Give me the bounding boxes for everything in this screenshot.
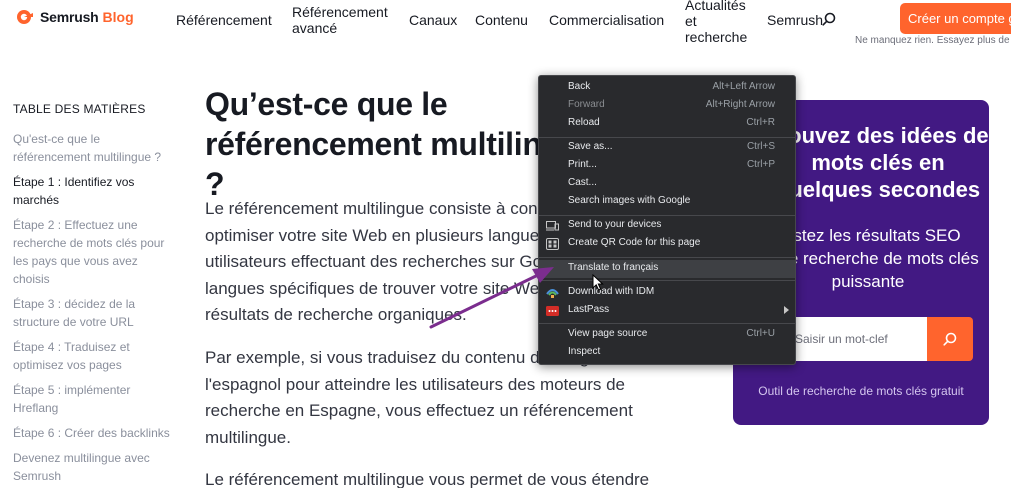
menu-item-cast[interactable]: Cast... — [539, 175, 795, 193]
menu-item-shortcut: Ctrl+S — [746, 141, 775, 152]
menu-item-label: Print... — [568, 159, 597, 170]
menu-item-print[interactable]: Print... Ctrl+P — [539, 157, 795, 175]
menu-item-label: View page source — [568, 328, 648, 339]
nav-item-referencement-avance[interactable]: Référencement avancé — [292, 4, 392, 36]
cta-subtitle: Ne manquez rien. Essayez plus de 55 outi… — [855, 35, 1011, 46]
lastpass-icon — [546, 306, 559, 316]
keyword-search-button[interactable] — [927, 317, 973, 361]
brand-name: Semrush — [40, 9, 99, 25]
menu-item-shortcut: Alt+Left Arrow — [712, 81, 775, 92]
semrush-flame-icon — [17, 10, 33, 24]
promo-tool-link[interactable]: Outil de recherche de mots clés gratuit — [733, 384, 989, 398]
menu-item-label: Send to your devices — [568, 219, 662, 230]
menu-item-label: Create QR Code for this page — [568, 237, 701, 248]
toc-item-active[interactable]: Étape 1 : Identifiez vos marchés — [13, 173, 173, 209]
menu-item-shortcut: Alt+Right Arrow — [705, 99, 775, 110]
menu-item-back[interactable]: Back Alt+Left Arrow — [539, 79, 795, 97]
menu-item-save-as[interactable]: Save as... Ctrl+S — [539, 139, 795, 157]
menu-separator — [539, 215, 795, 216]
menu-item-label: LastPass — [568, 304, 610, 315]
menu-separator — [539, 257, 795, 258]
menu-item-search-images[interactable]: Search images with Google — [539, 193, 795, 211]
menu-item-shortcut: Ctrl+U — [746, 328, 775, 339]
submenu-arrow-icon — [784, 306, 789, 314]
menu-item-lastpass[interactable]: LastPass — [539, 302, 795, 320]
create-account-button[interactable]: Créer un compte gratuit — [900, 3, 1011, 34]
menu-item-view-source[interactable]: View page source Ctrl+U — [539, 326, 795, 344]
promo-title: Trouvez des idées de mots clés en quelqu… — [767, 123, 989, 202]
menu-item-label: Reload — [568, 117, 600, 128]
article-paragraph-3: Le référencement multilingue vous permet… — [205, 470, 650, 488]
toc-item[interactable]: Devenez multilingue avec Semrush — [13, 449, 173, 485]
menu-item-label: Forward — [568, 99, 605, 110]
toc-item[interactable]: Étape 3 : décidez de la structure de vot… — [13, 295, 173, 331]
menu-item-label: Cast... — [568, 177, 597, 188]
menu-item-forward[interactable]: Forward Alt+Right Arrow — [539, 97, 795, 115]
menu-item-shortcut: Ctrl+R — [746, 117, 775, 128]
menu-separator — [539, 137, 795, 138]
menu-item-reload[interactable]: Reload Ctrl+R — [539, 115, 795, 133]
menu-item-label: Back — [568, 81, 591, 92]
toc-title: TABLE DES MATIÈRES — [13, 102, 146, 116]
menu-separator — [539, 323, 795, 324]
table-of-contents: Qu'est-ce que le référencement multiling… — [13, 130, 173, 488]
menu-item-qr-code[interactable]: Create QR Code for this page — [539, 235, 795, 253]
nav-item-canaux[interactable]: Canaux — [409, 12, 457, 28]
toc-item[interactable]: Étape 5 : implémenter Hreflang — [13, 381, 173, 417]
semrush-blog-logo[interactable]: Semrush Blog — [13, 9, 134, 25]
site-header: Semrush Blog Référencement Référencement… — [0, 0, 1011, 48]
menu-item-label: Translate to français — [568, 262, 659, 273]
menu-item-translate[interactable]: Translate to français — [539, 260, 795, 278]
menu-item-label: Download with IDM — [568, 286, 655, 297]
menu-item-download-idm[interactable]: Download with IDM — [539, 284, 795, 302]
idm-icon — [546, 289, 559, 298]
toc-item[interactable]: Qu'est-ce que le référencement multiling… — [13, 130, 173, 166]
toc-item[interactable]: Étape 4 : Traduisez et optimisez vos pag… — [13, 338, 173, 374]
search-icon[interactable] — [822, 12, 836, 26]
devices-icon — [546, 221, 559, 231]
menu-item-send-to-devices[interactable]: Send to your devices — [539, 217, 795, 235]
context-menu: Back Alt+Left Arrow Forward Alt+Right Ar… — [538, 75, 796, 365]
mouse-cursor-icon — [592, 274, 604, 291]
keyword-input[interactable]: Saisir un mot-clef — [779, 317, 927, 361]
nav-item-semrush[interactable]: Semrush — [767, 12, 823, 28]
toc-item[interactable]: Étape 6 : Créer des backlinks — [13, 424, 173, 442]
nav-item-commercialisation[interactable]: Commercialisation — [549, 12, 664, 28]
menu-item-shortcut: Ctrl+P — [746, 159, 775, 170]
search-icon — [943, 332, 957, 346]
qr-code-icon — [546, 238, 559, 250]
blog-label: Blog — [102, 9, 134, 25]
menu-item-inspect[interactable]: Inspect — [539, 344, 795, 362]
nav-item-actualites[interactable]: Actualités et recherche — [685, 0, 755, 45]
toc-item[interactable]: Étape 2 : Effectuez une recherche de mot… — [13, 216, 173, 288]
nav-item-referencement[interactable]: Référencement — [176, 12, 272, 28]
menu-item-label: Save as... — [568, 141, 613, 152]
nav-item-contenu[interactable]: Contenu — [475, 12, 528, 28]
menu-item-label: Inspect — [568, 346, 601, 357]
menu-separator — [539, 280, 795, 281]
menu-item-label: Search images with Google — [568, 195, 691, 206]
